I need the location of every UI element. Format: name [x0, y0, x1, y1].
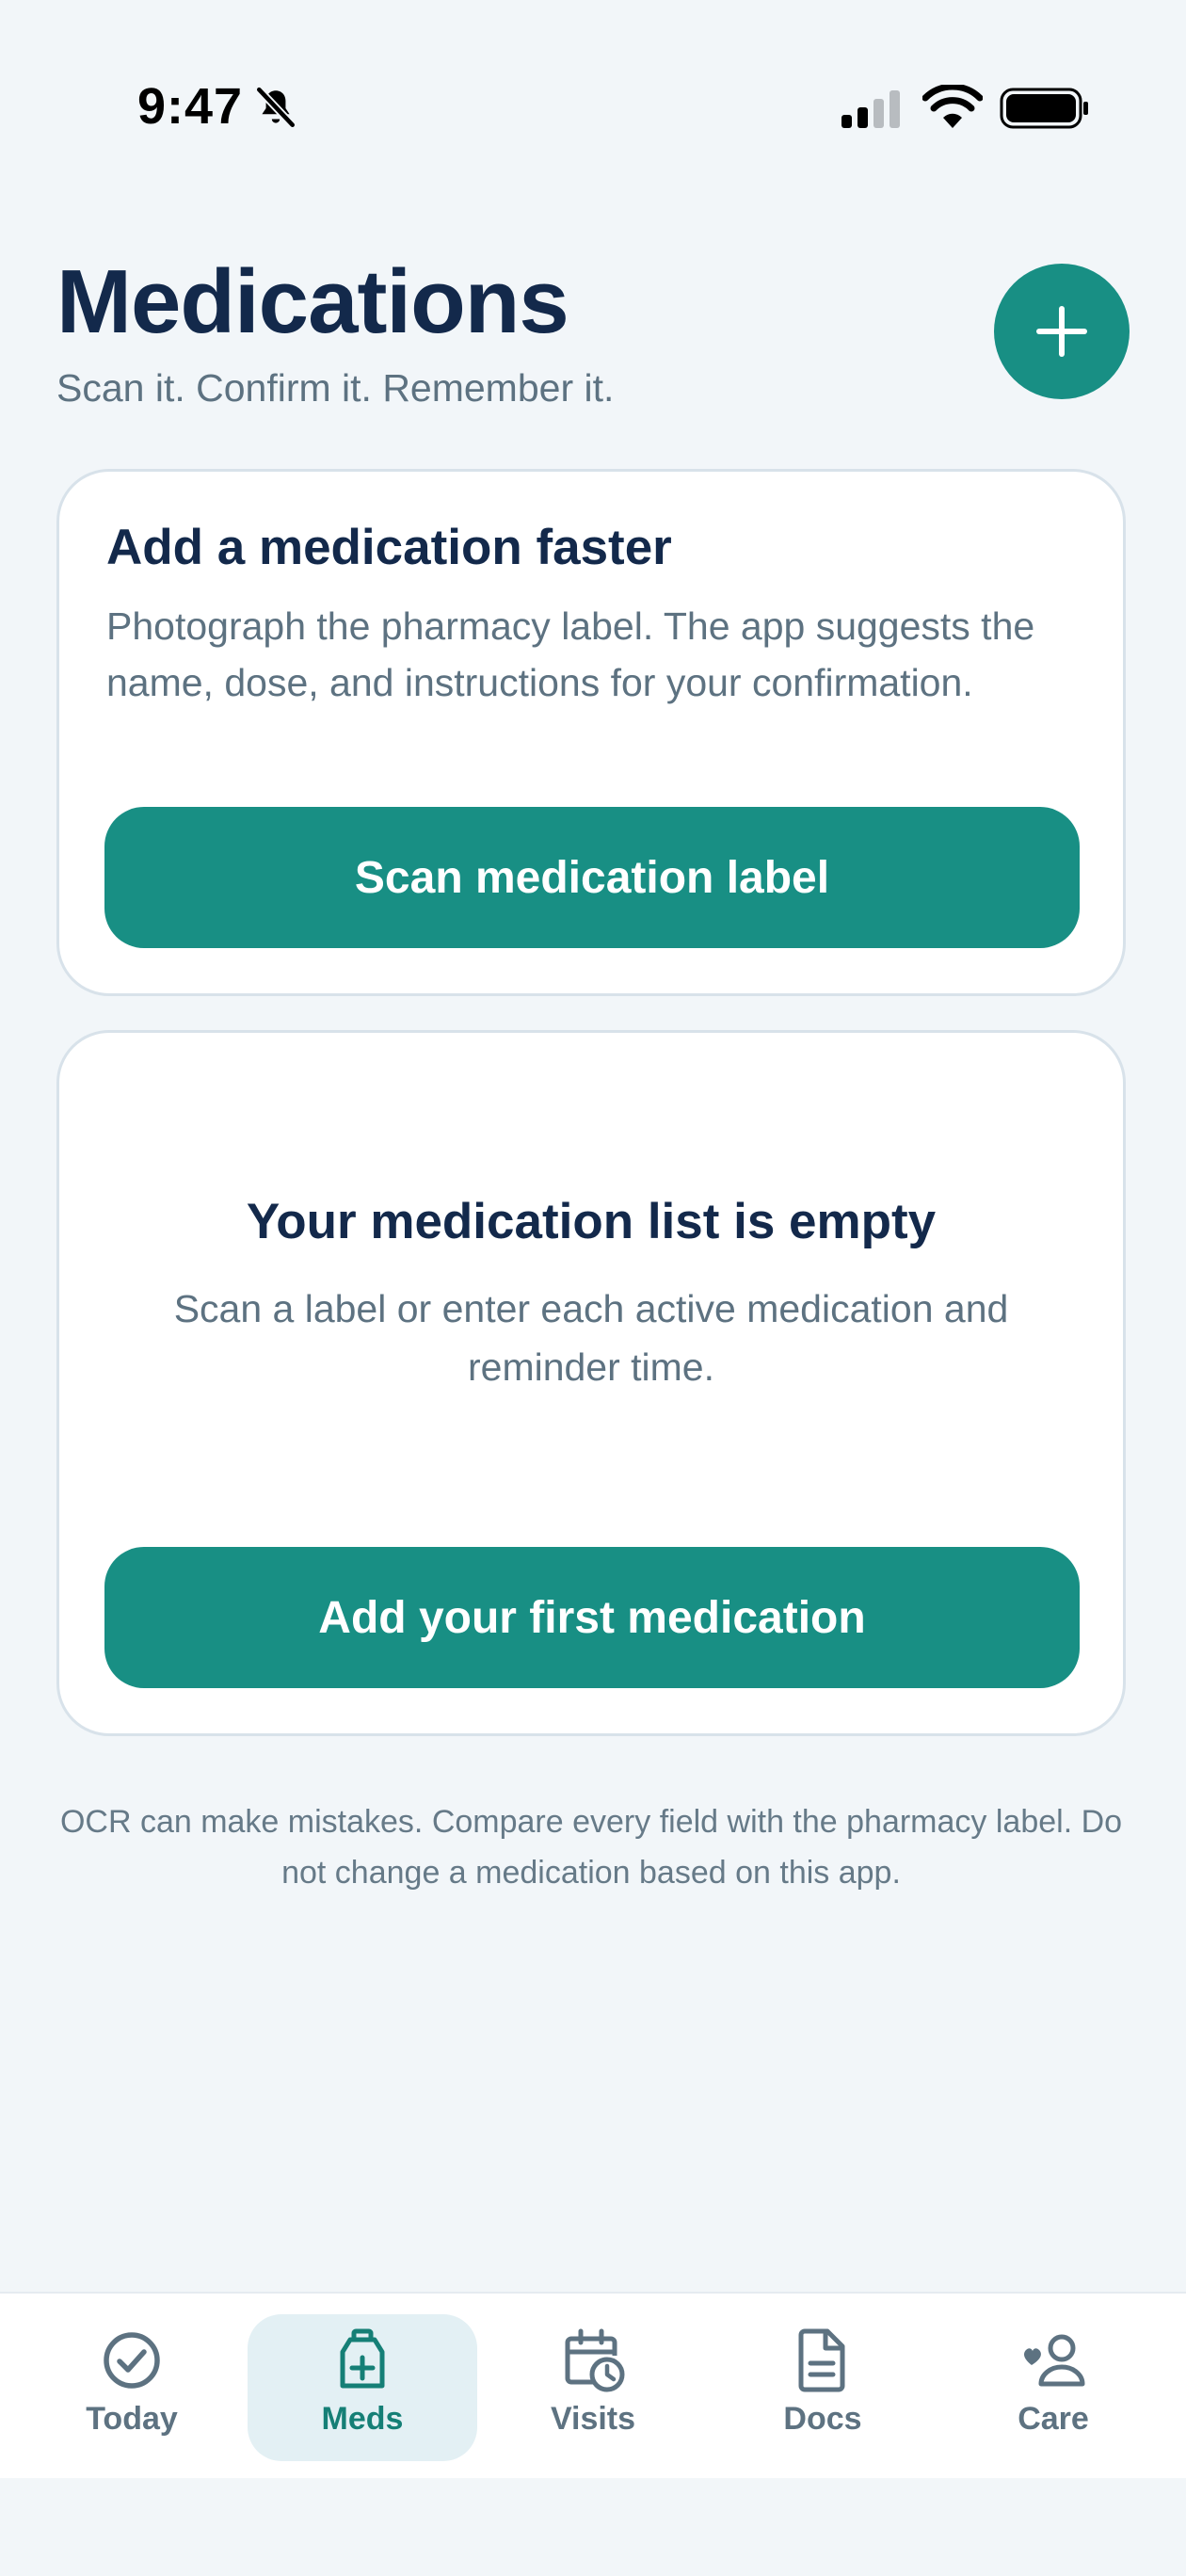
tab-care[interactable]: Care — [938, 2314, 1168, 2461]
status-bar: 9:47 — [0, 0, 1186, 217]
status-time: 9:47 — [137, 78, 244, 135]
tab-label: Meds — [321, 2401, 404, 2437]
scan-card: Add a medication faster Photograph the p… — [56, 469, 1126, 996]
tab-today[interactable]: Today — [17, 2314, 247, 2461]
medicine-bottle-icon — [340, 2328, 385, 2389]
check-circle-icon — [104, 2332, 160, 2389]
calendar-clock-icon — [565, 2328, 625, 2392]
page-subtitle: Scan it. Confirm it. Remember it. — [56, 366, 615, 410]
tab-label: Care — [1018, 2401, 1089, 2437]
document-icon — [798, 2328, 845, 2392]
tab-meds[interactable]: Meds — [248, 2314, 477, 2461]
bottom-tab-bar: Today Meds Visits Docs Care — [0, 2292, 1186, 2478]
tab-docs[interactable]: Docs — [708, 2314, 938, 2461]
tab-label: Visits — [550, 2401, 636, 2437]
page-title: Medications — [56, 251, 569, 352]
care-person-icon — [1024, 2334, 1085, 2387]
home-indicator-area — [0, 2478, 1186, 2576]
bell-slash-icon — [256, 87, 296, 128]
empty-state-card: Your medication list is empty Scan a lab… — [56, 1030, 1126, 1736]
empty-state-body: Scan a label or enter each active medica… — [173, 1287, 1009, 1389]
empty-state-heading: Your medication list is empty — [246, 1194, 937, 1249]
tab-label: Today — [86, 2401, 178, 2437]
scan-card-heading: Add a medication faster — [106, 520, 672, 575]
wifi-icon — [922, 85, 983, 128]
cellular-signal-icon — [841, 90, 900, 128]
add-medication-button[interactable] — [994, 264, 1130, 399]
plus-icon — [1036, 306, 1087, 357]
ocr-disclaimer: OCR can make mistakes. Compare every fie… — [59, 1804, 1123, 1891]
add-first-medication-button[interactable]: Add your first medication — [104, 1547, 1080, 1688]
tab-visits[interactable]: Visits — [478, 2314, 708, 2461]
tab-label: Docs — [783, 2401, 862, 2437]
scan-medication-label-button[interactable]: Scan medication label — [104, 807, 1080, 948]
scan-card-body: Photograph the pharmacy label. The app s… — [106, 604, 1035, 704]
battery-icon — [1000, 88, 1088, 129]
